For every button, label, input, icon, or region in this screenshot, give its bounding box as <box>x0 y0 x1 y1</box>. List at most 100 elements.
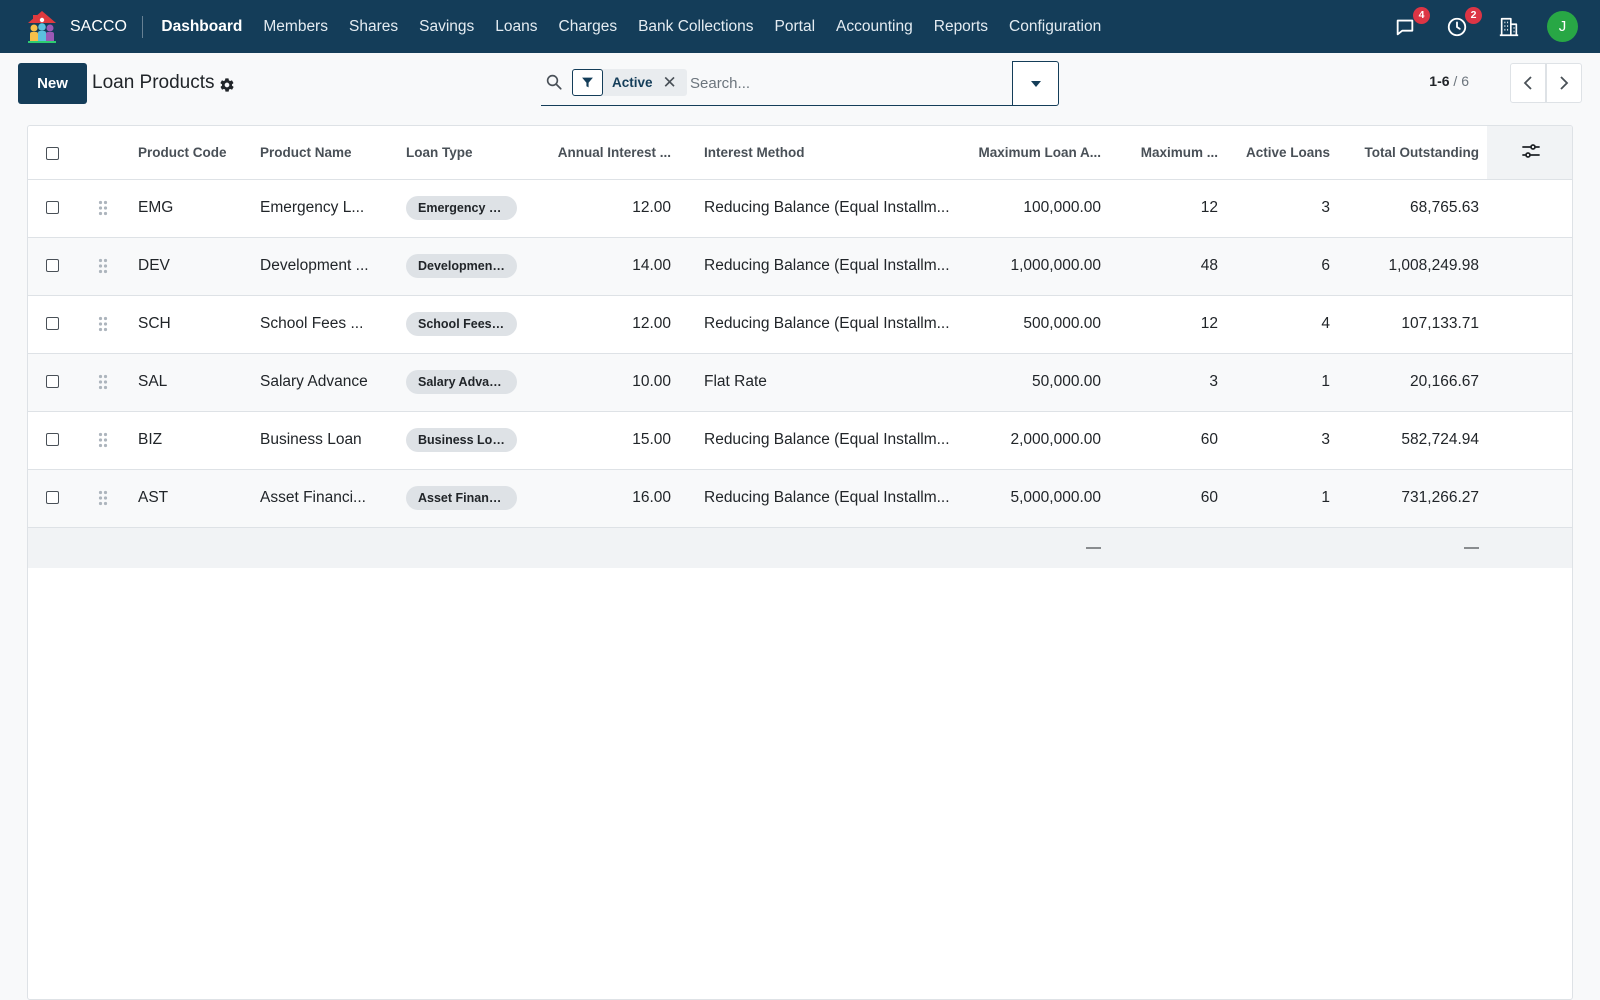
app-name: SACCO <box>70 17 127 35</box>
new-button[interactable]: New <box>18 63 87 104</box>
optional-columns-toggle[interactable] <box>1487 126 1572 180</box>
row-handle-cell <box>76 411 130 469</box>
close-icon[interactable]: ✕ <box>663 69 687 96</box>
table-row[interactable]: SAL Salary Advance Salary Advan... 10.00… <box>28 353 1572 411</box>
column-interest-method[interactable]: Interest Method <box>679 126 965 180</box>
cell-product-name: Asset Financi... <box>260 489 366 506</box>
search-underline <box>541 105 1012 106</box>
company-switcher[interactable] <box>1497 15 1521 39</box>
row-trailing-cell <box>1487 411 1572 469</box>
row-checkbox[interactable] <box>45 375 59 389</box>
cell-total-outstanding: 107,133.71 <box>1401 315 1479 332</box>
row-handle-cell <box>76 295 130 353</box>
menu-charges[interactable]: Charges <box>548 0 628 53</box>
menu-portal[interactable]: Portal <box>764 0 826 53</box>
cell-active-loans: 3 <box>1321 431 1330 448</box>
cell-active-loans: 1 <box>1321 373 1330 390</box>
row-select-cell <box>28 179 76 237</box>
row-trailing-cell <box>1487 179 1572 237</box>
chevron-right-icon <box>1560 76 1569 90</box>
row-checkbox[interactable] <box>45 201 59 215</box>
cell-product-name: Development ... <box>260 257 369 274</box>
row-checkbox[interactable] <box>45 491 59 505</box>
cell-product-name: Salary Advance <box>260 373 368 390</box>
menu-loans[interactable]: Loans <box>485 0 548 53</box>
row-checkbox[interactable] <box>45 317 59 331</box>
select-all-checkbox[interactable] <box>45 146 59 160</box>
table-row[interactable]: EMG Emergency L... Emergency L... 12.00 … <box>28 179 1572 237</box>
cell-interest-method: Reducing Balance (Equal Installm... <box>704 199 950 216</box>
pager-value[interactable]: 1-6 / 6 <box>1429 73 1469 89</box>
gear-icon <box>220 78 234 92</box>
messages-button[interactable]: 4 <box>1393 6 1430 39</box>
list-view: Product Code Product Name Loan Type Annu… <box>27 125 1573 1000</box>
activities-button[interactable]: 2 <box>1445 6 1482 39</box>
table-row[interactable]: SCH School Fees ... School Fees ... 12.0… <box>28 295 1572 353</box>
menu-reports[interactable]: Reports <box>923 0 998 53</box>
cell-annual-interest: 16.00 <box>632 489 671 506</box>
cell-product-name: Business Loan <box>260 431 362 448</box>
row-checkbox[interactable] <box>45 433 59 447</box>
footer-outstanding-total: — <box>1464 539 1479 557</box>
handle-header <box>76 126 130 180</box>
drag-handle-icon[interactable] <box>98 374 108 390</box>
activities-badge: 2 <box>1465 6 1482 24</box>
cell-total-outstanding: 1,008,249.98 <box>1388 257 1479 274</box>
row-trailing-cell <box>1487 469 1572 527</box>
drag-handle-icon[interactable] <box>98 200 108 216</box>
menu-configuration[interactable]: Configuration <box>999 0 1112 53</box>
column-maximum-period[interactable]: Maximum ... <box>1109 126 1226 180</box>
column-annual-interest[interactable]: Annual Interest ... <box>527 126 679 180</box>
table-row[interactable]: BIZ Business Loan Business Loan 15.00 Re… <box>28 411 1572 469</box>
cell-annual-interest: 14.00 <box>632 257 671 274</box>
menu-dashboard[interactable]: Dashboard <box>151 0 253 53</box>
cell-product-name: Emergency L... <box>260 199 365 216</box>
drag-handle-icon[interactable] <box>98 258 108 274</box>
drag-handle-icon[interactable] <box>98 316 108 332</box>
loan-type-tag: Development... <box>406 254 517 278</box>
actions-gear-button[interactable] <box>218 76 236 94</box>
drag-handle-icon[interactable] <box>98 432 108 448</box>
drag-handle-icon[interactable] <box>98 490 108 506</box>
cell-product-code: AST <box>138 489 169 506</box>
menu-members[interactable]: Members <box>253 0 339 53</box>
main-menu: Dashboard Members Shares Savings Loans C… <box>151 0 1112 53</box>
row-trailing-cell <box>1487 295 1572 353</box>
control-panel: New Loan Products Active ✕ 1-6 / 6 <box>0 53 1600 113</box>
row-select-cell <box>28 237 76 295</box>
menu-bank-collections[interactable]: Bank Collections <box>628 0 764 53</box>
column-maximum-loan-amount[interactable]: Maximum Loan A... <box>965 126 1109 180</box>
table-row[interactable]: DEV Development ... Development... 14.00… <box>28 237 1572 295</box>
table-row[interactable]: AST Asset Financi... Asset Financ... 16.… <box>28 469 1572 527</box>
facet-label: Active <box>612 75 653 90</box>
menu-savings[interactable]: Savings <box>409 0 485 53</box>
row-trailing-cell <box>1487 237 1572 295</box>
column-product-code[interactable]: Product Code <box>130 126 252 180</box>
cell-interest-method: Reducing Balance (Equal Installm... <box>704 257 950 274</box>
column-total-outstanding[interactable]: Total Outstanding <box>1338 126 1487 180</box>
column-settings-icon <box>1521 143 1540 158</box>
row-handle-cell <box>76 469 130 527</box>
row-checkbox[interactable] <box>45 259 59 273</box>
app-logo-icon <box>28 10 56 43</box>
pager-separator: / <box>1449 73 1462 89</box>
user-avatar[interactable]: J <box>1547 11 1578 42</box>
cell-maximum-loan-amount: 5,000,000.00 <box>1010 489 1101 506</box>
search-options-toggle[interactable] <box>1012 61 1059 106</box>
footer-spacer <box>28 527 965 568</box>
column-active-loans[interactable]: Active Loans <box>1226 126 1338 180</box>
column-loan-type[interactable]: Loan Type <box>398 126 527 180</box>
row-handle-cell <box>76 353 130 411</box>
cell-active-loans: 3 <box>1321 199 1330 216</box>
menu-shares[interactable]: Shares <box>338 0 408 53</box>
pager-previous-button[interactable] <box>1510 63 1546 103</box>
search-input[interactable] <box>690 70 990 96</box>
brand[interactable]: SACCO <box>24 0 127 53</box>
cell-maximum-period: 60 <box>1200 431 1218 448</box>
facet-filter-button[interactable] <box>572 69 603 96</box>
cell-maximum-period: 3 <box>1209 373 1218 390</box>
cell-active-loans: 4 <box>1321 315 1330 332</box>
pager-next-button[interactable] <box>1546 63 1582 103</box>
menu-accounting[interactable]: Accounting <box>826 0 924 53</box>
column-product-name[interactable]: Product Name <box>252 126 398 180</box>
